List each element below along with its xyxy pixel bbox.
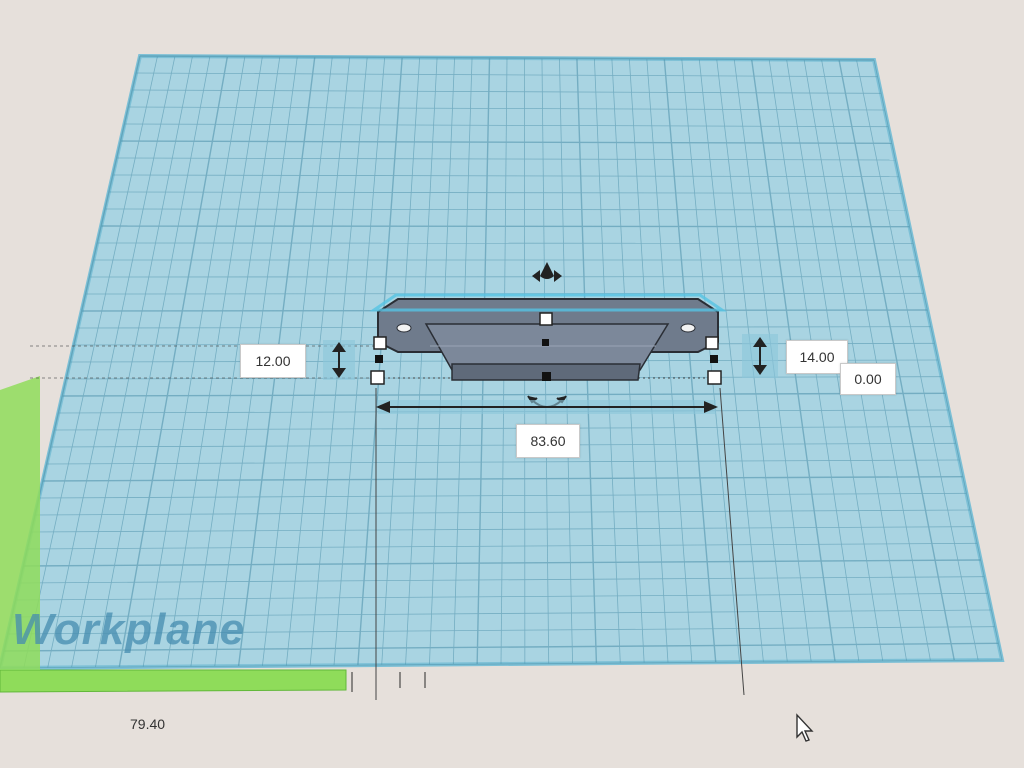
shape-hole-left: [396, 323, 412, 333]
ruler-bar-horizontal[interactable]: [0, 669, 347, 693]
width-field[interactable]: 83.60: [516, 424, 580, 458]
width-value: 83.60: [530, 433, 566, 449]
right-height-value: 14.00: [799, 349, 835, 365]
ruler-value: 79.40: [130, 716, 166, 732]
elevation-value: 0.00: [854, 371, 882, 387]
shape-hole-right: [680, 323, 696, 333]
ruler-ticks: [351, 672, 426, 692]
handle-left-bottom[interactable]: [370, 370, 385, 385]
shape-front-body: [424, 323, 670, 371]
handle-right-bottom[interactable]: [707, 370, 722, 385]
handle-left-top[interactable]: [373, 336, 387, 350]
grid-line-horizontal: [101, 225, 910, 228]
right-height-field[interactable]: 14.00: [786, 340, 848, 374]
handle-right-top[interactable]: [705, 336, 719, 350]
workplane-label: Workplane: [12, 605, 246, 654]
left-height-arrow: [323, 340, 355, 380]
left-height-field[interactable]: 12.00: [240, 344, 306, 378]
right-height-arrow: [742, 334, 778, 378]
width-dimension-arrow: [376, 400, 718, 414]
handle-top-center[interactable]: [539, 312, 553, 326]
left-height-value: 12.00: [255, 353, 291, 369]
elevation-field[interactable]: 0.00: [840, 363, 896, 395]
mouse-cursor-icon: [796, 713, 814, 742]
